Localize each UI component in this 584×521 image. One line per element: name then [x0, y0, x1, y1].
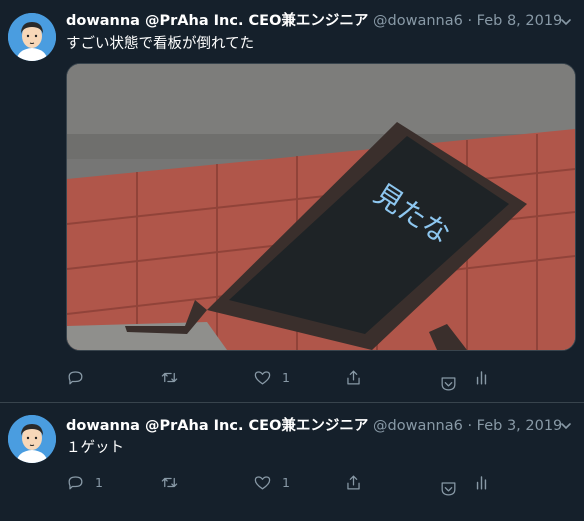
author-name[interactable]: dowanna @PrAha Inc. CEO兼エンジニア: [66, 418, 368, 434]
avatar[interactable]: [8, 415, 56, 463]
retweet-icon: [161, 372, 178, 382]
stats-button[interactable]: [472, 365, 491, 389]
author-handle[interactable]: @dowanna6: [373, 418, 463, 434]
like-button[interactable]: 1: [253, 470, 290, 494]
tweet-header: dowanna @PrAha Inc. CEO兼エンジニア @dowanna6 …: [66, 11, 562, 31]
share-icon: [347, 475, 360, 489]
stats-icon: [476, 475, 487, 490]
bookmark-button[interactable]: [439, 371, 458, 395]
reply-icon: [68, 475, 83, 489]
separator: ·: [467, 13, 473, 29]
stats-button[interactable]: [472, 470, 491, 494]
avatar-illustration: [8, 13, 56, 61]
like-icon: [254, 475, 271, 489]
separator: ·: [467, 418, 473, 434]
share-button[interactable]: [344, 470, 363, 494]
like-icon: [254, 370, 271, 384]
like-count: 1: [282, 369, 290, 385]
tweet-actions: 1 1: [66, 470, 584, 495]
bookmark-button[interactable]: [439, 476, 458, 500]
tweet[interactable]: dowanna @PrAha Inc. CEO兼エンジニア @dowanna6 …: [0, 0, 584, 402]
tweet[interactable]: dowanna @PrAha Inc. CEO兼エンジニア @dowanna6 …: [0, 403, 584, 521]
stats-icon: [476, 370, 487, 385]
author-handle[interactable]: @dowanna6: [373, 13, 463, 29]
retweet-button[interactable]: [160, 365, 189, 389]
share-icon: [347, 370, 360, 384]
fallen-signboard-photo: 見たな: [67, 64, 575, 350]
like-button[interactable]: 1: [253, 365, 290, 389]
like-count: 1: [282, 474, 290, 490]
tweet-actions: 1: [66, 365, 584, 390]
retweet-button[interactable]: [160, 470, 189, 494]
reply-icon: [68, 370, 83, 384]
tweet-photo[interactable]: 見たな: [66, 63, 576, 351]
reply-count: 1: [95, 474, 103, 490]
tweet-date[interactable]: Feb 3, 2019: [477, 418, 563, 434]
retweet-icon: [161, 477, 178, 487]
chevron-down-icon[interactable]: [560, 16, 572, 28]
bookmark-icon: [441, 481, 456, 495]
avatar-illustration: [8, 415, 56, 463]
tweet-text: １ゲット: [66, 440, 124, 456]
reply-button[interactable]: [66, 365, 95, 389]
reply-button[interactable]: 1: [66, 470, 103, 494]
tweet-date[interactable]: Feb 8, 2019: [477, 13, 563, 29]
avatar[interactable]: [8, 13, 56, 61]
share-button[interactable]: [344, 365, 363, 389]
author-name[interactable]: dowanna @PrAha Inc. CEO兼エンジニア: [66, 13, 368, 29]
chevron-down-icon[interactable]: [560, 420, 572, 432]
bookmark-icon: [441, 376, 456, 390]
tweet-header: dowanna @PrAha Inc. CEO兼エンジニア @dowanna6 …: [66, 416, 562, 436]
tweet-text: すごい状態で看板が倒れてた: [66, 36, 255, 52]
